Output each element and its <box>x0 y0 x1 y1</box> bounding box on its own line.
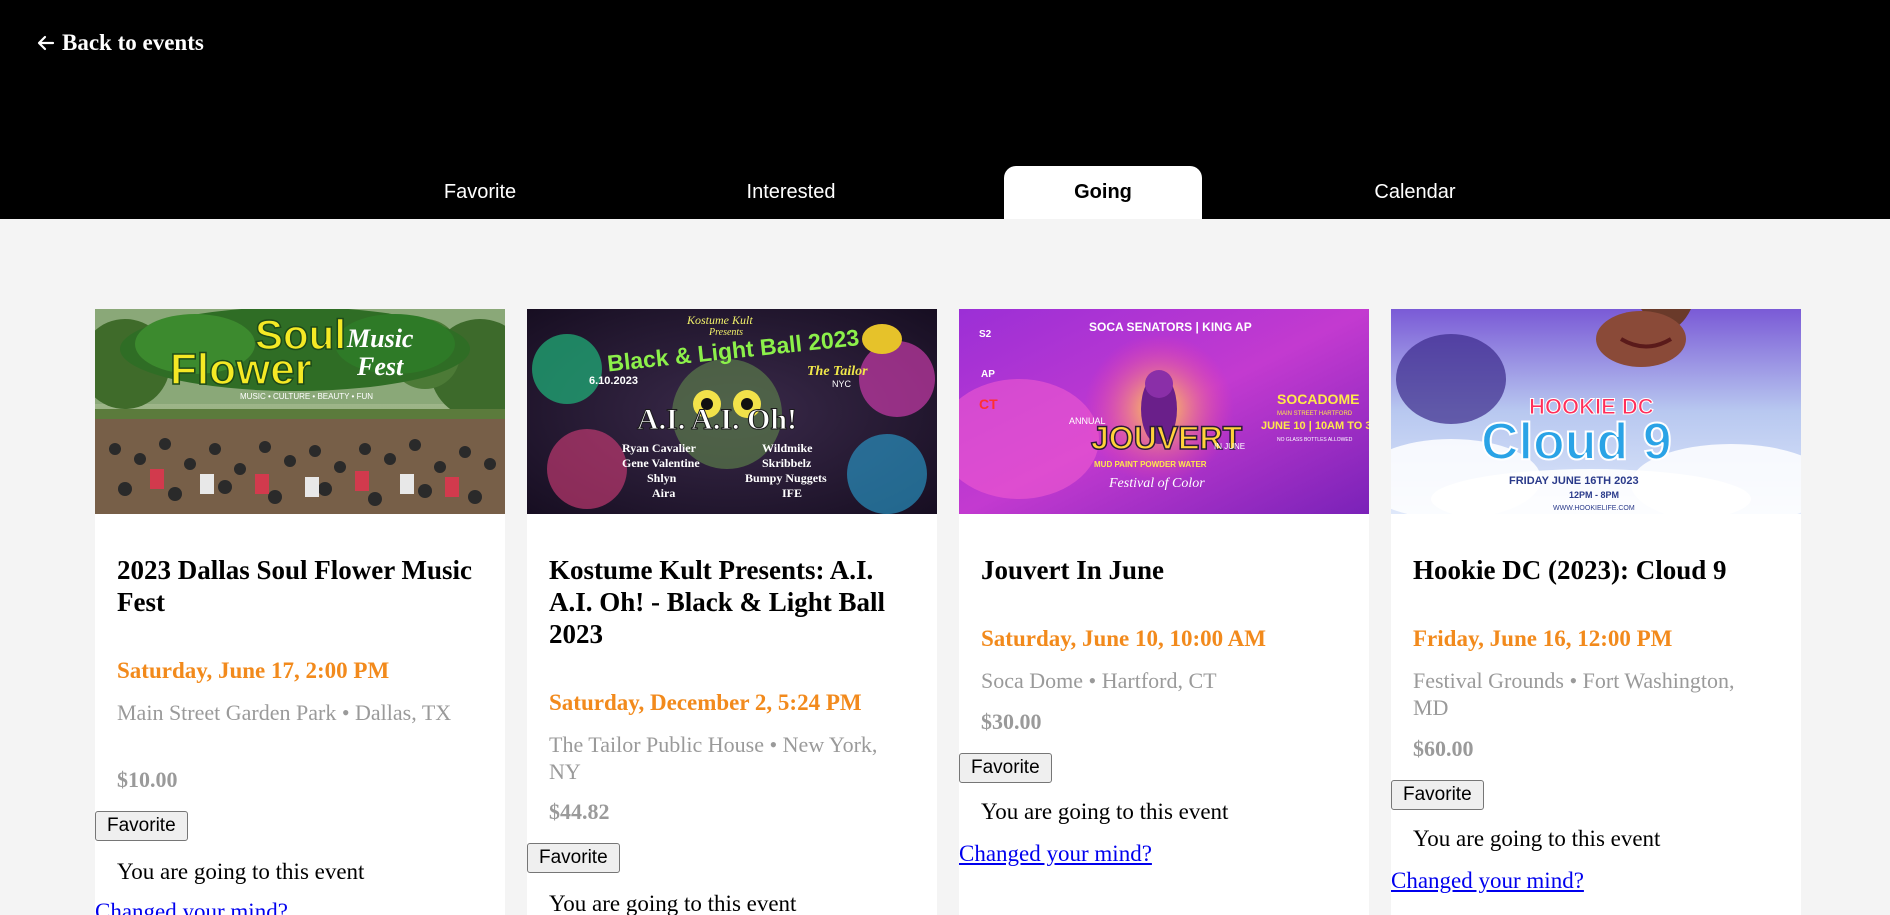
banner-text: Aira <box>652 486 675 500</box>
event-price: $60.00 <box>1413 736 1474 761</box>
event-venue: Soca Dome • Hartford, CT <box>981 668 1217 693</box>
event-title[interactable]: Hookie DC (2023): Cloud 9 <box>1413 554 1783 586</box>
banner-text: 12PM - 8PM <box>1569 490 1619 500</box>
event-date: Saturday, June 10, 10:00 AM <box>981 626 1266 651</box>
banner-text: FRIDAY JUNE 16TH 2023 <box>1509 475 1639 487</box>
event-banner-image: HOOKIE DC Cloud 9 FRIDAY JUNE 16TH 2023 … <box>1391 309 1801 514</box>
banner-text: MUD PAINT POWDER WATER <box>1094 460 1207 469</box>
event-card[interactable]: SOCA SENATORS | KING AP S2 AP CT ANNUAL … <box>959 309 1369 915</box>
banner-text: SOCA SENATORS | KING AP <box>1089 320 1252 334</box>
favorite-button[interactable]: Favorite <box>959 753 1052 783</box>
banner-text: Gene Valentine <box>622 456 700 470</box>
going-status: You are going to this event <box>981 799 1229 824</box>
banner-text: MAIN STREET HARTFORD <box>1277 411 1353 417</box>
banner-text: NO GLASS BOTTLES ALLOWED <box>1277 437 1353 443</box>
back-to-events-link[interactable]: Back to events <box>36 30 204 56</box>
event-banner-image: Kostume Kult Presents Black & Light Ball… <box>527 309 937 514</box>
banner-text: IFE <box>782 486 802 500</box>
banner-text: AP <box>981 369 995 380</box>
banner-text: 6.10.2023 <box>589 375 638 387</box>
event-banner-image: Soul Flower Music Fest MUSIC • CULTURE •… <box>95 309 505 514</box>
changed-mind-link[interactable]: Changed your mind? <box>959 841 1152 867</box>
event-venue: Main Street Garden Park • Dallas, TX <box>117 700 452 725</box>
going-status: You are going to this event <box>549 891 797 915</box>
arrow-left-icon <box>37 35 55 51</box>
event-date: Saturday, June 17, 2:00 PM <box>117 658 390 683</box>
changed-mind-link[interactable]: Changed your mind? <box>95 899 288 915</box>
banner-text: CT <box>979 396 998 412</box>
event-price: $10.00 <box>117 767 178 792</box>
banner-text: The Tailor <box>807 364 868 379</box>
event-venue: The Tailor Public House • New York, NY <box>549 732 878 784</box>
tab-calendar[interactable]: Calendar <box>1316 166 1514 219</box>
banner-text: Wildmike <box>762 441 813 455</box>
tab-favorite[interactable]: Favorite <box>381 166 579 219</box>
back-link-label: Back to events <box>62 30 204 55</box>
event-banner-image: SOCA SENATORS | KING AP S2 AP CT ANNUAL … <box>959 309 1369 514</box>
event-card[interactable]: Kostume Kult Presents Black & Light Ball… <box>527 309 937 915</box>
banner-text: NYC <box>832 379 852 389</box>
event-date: Saturday, December 2, 5:24 PM <box>549 690 862 715</box>
going-status: You are going to this event <box>117 859 365 884</box>
favorite-button[interactable]: Favorite <box>1391 780 1484 810</box>
tab-going[interactable]: Going <box>1004 166 1202 219</box>
top-header: Back to events Favorite Interested Going… <box>0 0 1890 219</box>
banner-text: Fest <box>356 352 404 381</box>
banner-text: A.I. A.I. Oh! <box>637 403 797 436</box>
banner-text: Music <box>346 324 414 353</box>
event-title[interactable]: 2023 Dallas Soul Flower Music Fest <box>117 554 487 618</box>
banner-text: Bumpy Nuggets <box>745 471 827 485</box>
banner-text: Flower <box>170 345 312 394</box>
banner-text: WWW.HOOKIELIFE.COM <box>1553 505 1635 512</box>
banner-text: JUNE 10 | 10AM TO 3PM <box>1261 420 1369 432</box>
changed-mind-link[interactable]: Changed your mind? <box>1391 868 1584 894</box>
banner-text: SOCADOME <box>1277 391 1359 407</box>
going-status: You are going to this event <box>1413 826 1661 851</box>
banner-text: MUSIC • CULTURE • BEAUTY • FUN <box>240 392 373 401</box>
banner-text: Kostume Kult <box>686 313 753 327</box>
banner-text: Ryan Cavalier <box>622 441 697 455</box>
event-price: $30.00 <box>981 709 1042 734</box>
event-title[interactable]: Kostume Kult Presents: A.I. A.I. Oh! - B… <box>549 554 919 650</box>
banner-text: Skribbelz <box>762 456 812 470</box>
banner-text: Shlyn <box>647 471 677 485</box>
event-price: $44.82 <box>549 799 610 824</box>
tab-interested[interactable]: Interested <box>692 166 890 219</box>
event-date: Friday, June 16, 12:00 PM <box>1413 626 1673 651</box>
banner-text: Cloud 9 <box>1481 413 1672 471</box>
event-title[interactable]: Jouvert In June <box>981 554 1351 586</box>
banner-text: IN JUNE <box>1214 442 1245 451</box>
event-card[interactable]: HOOKIE DC Cloud 9 FRIDAY JUNE 16TH 2023 … <box>1391 309 1801 915</box>
banner-text: S2 <box>979 329 992 340</box>
banner-text: Festival of Color <box>1108 476 1205 491</box>
favorite-button[interactable]: Favorite <box>95 811 188 841</box>
event-card[interactable]: Soul Flower Music Fest MUSIC • CULTURE •… <box>95 309 505 915</box>
favorite-button[interactable]: Favorite <box>527 843 620 873</box>
tab-bar: Favorite Interested Going Calendar <box>0 166 1890 219</box>
event-venue: Festival Grounds • Fort Washington, MD <box>1413 668 1735 720</box>
